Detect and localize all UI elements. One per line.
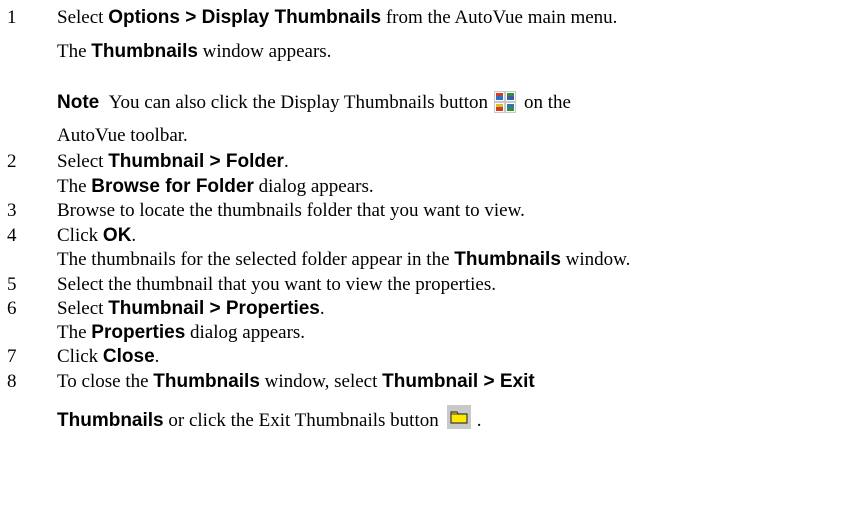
text: Select xyxy=(57,151,109,172)
text: Click xyxy=(57,346,103,367)
text: To close the xyxy=(57,371,154,392)
display-thumbnails-icon xyxy=(494,91,517,113)
text: Browse to locate the thumbnails folder t… xyxy=(57,200,525,221)
text: Select the thumbnail that you want to vi… xyxy=(57,274,497,295)
menu-path: Thumbnail > Exit xyxy=(382,371,535,392)
menu-path: Thumbnail > Folder xyxy=(108,151,284,172)
instruction-document: 1 Select Options > Display Thumbnails fr… xyxy=(0,0,861,512)
menu-path: Thumbnails xyxy=(57,410,164,431)
text: The thumbnails for the selected folder a… xyxy=(57,249,455,270)
window-name: Thumbnails xyxy=(91,41,198,62)
note-text: AutoVue toolbar. xyxy=(57,125,188,146)
note-text: You can also click the Display Thumbnail… xyxy=(108,92,489,113)
note-text: on the xyxy=(524,92,571,113)
step-number: 3 xyxy=(7,200,17,221)
text: Click xyxy=(57,225,103,246)
step-line: The Thumbnails window appears. xyxy=(57,41,331,63)
exit-thumbnails-icon xyxy=(446,405,471,429)
text: . xyxy=(319,298,325,319)
step-line: Click OK. xyxy=(57,225,136,247)
step-line: Select Thumbnail > Folder. xyxy=(57,151,289,173)
text: from the AutoVue main menu. xyxy=(381,7,618,28)
text: Select xyxy=(57,7,109,28)
text: . xyxy=(476,410,482,431)
text: window. xyxy=(560,249,631,270)
text: window, select xyxy=(259,371,383,392)
text: . xyxy=(131,225,137,246)
step-number: 8 xyxy=(7,371,17,392)
menu-path: Options > Display Thumbnails xyxy=(108,7,382,28)
step-line: Select Thumbnail > Properties. xyxy=(57,298,325,320)
text: . xyxy=(283,151,289,172)
menu-path: Thumbnail > Properties xyxy=(108,298,320,319)
text: The xyxy=(57,176,92,197)
step-line: The Properties dialog appears. xyxy=(57,322,305,344)
text: dialog appears. xyxy=(253,176,374,197)
button-name: Close xyxy=(102,346,155,367)
step-number: 5 xyxy=(7,274,17,295)
step-line: The thumbnails for the selected folder a… xyxy=(57,249,630,271)
button-name: OK xyxy=(102,225,132,246)
text: The xyxy=(57,41,92,62)
text: window appears. xyxy=(197,41,332,62)
text: Select xyxy=(57,298,109,319)
step-line: Click Close. xyxy=(57,346,159,368)
text: dialog appears. xyxy=(185,322,306,343)
window-name: Thumbnails xyxy=(153,371,260,392)
dialog-name: Browse for Folder xyxy=(91,176,254,197)
note-line: AutoVue toolbar. xyxy=(57,125,188,147)
step-number: 1 xyxy=(7,7,17,28)
step-line: Browse to locate the thumbnails folder t… xyxy=(57,200,525,222)
text: or click the Exit Thumbnails button xyxy=(163,410,439,431)
note-label: Note xyxy=(57,92,100,113)
step-number: 4 xyxy=(7,225,17,246)
note-line: Note You can also click the Display Thum… xyxy=(57,91,571,114)
step-line: To close the Thumbnails window, select T… xyxy=(57,371,535,393)
step-number: 7 xyxy=(7,346,17,367)
step-number: 6 xyxy=(7,298,17,319)
window-name: Thumbnails xyxy=(454,249,561,270)
step-line: Select Options > Display Thumbnails from… xyxy=(57,7,617,29)
step-line: Select the thumbnail that you want to vi… xyxy=(57,274,496,296)
step-line: Thumbnails or click the Exit Thumbnails … xyxy=(57,405,482,432)
text: The xyxy=(57,322,92,343)
step-number: 2 xyxy=(7,151,17,172)
step-line: The Browse for Folder dialog appears. xyxy=(57,176,374,198)
text: . xyxy=(154,346,160,367)
dialog-name: Properties xyxy=(91,322,186,343)
